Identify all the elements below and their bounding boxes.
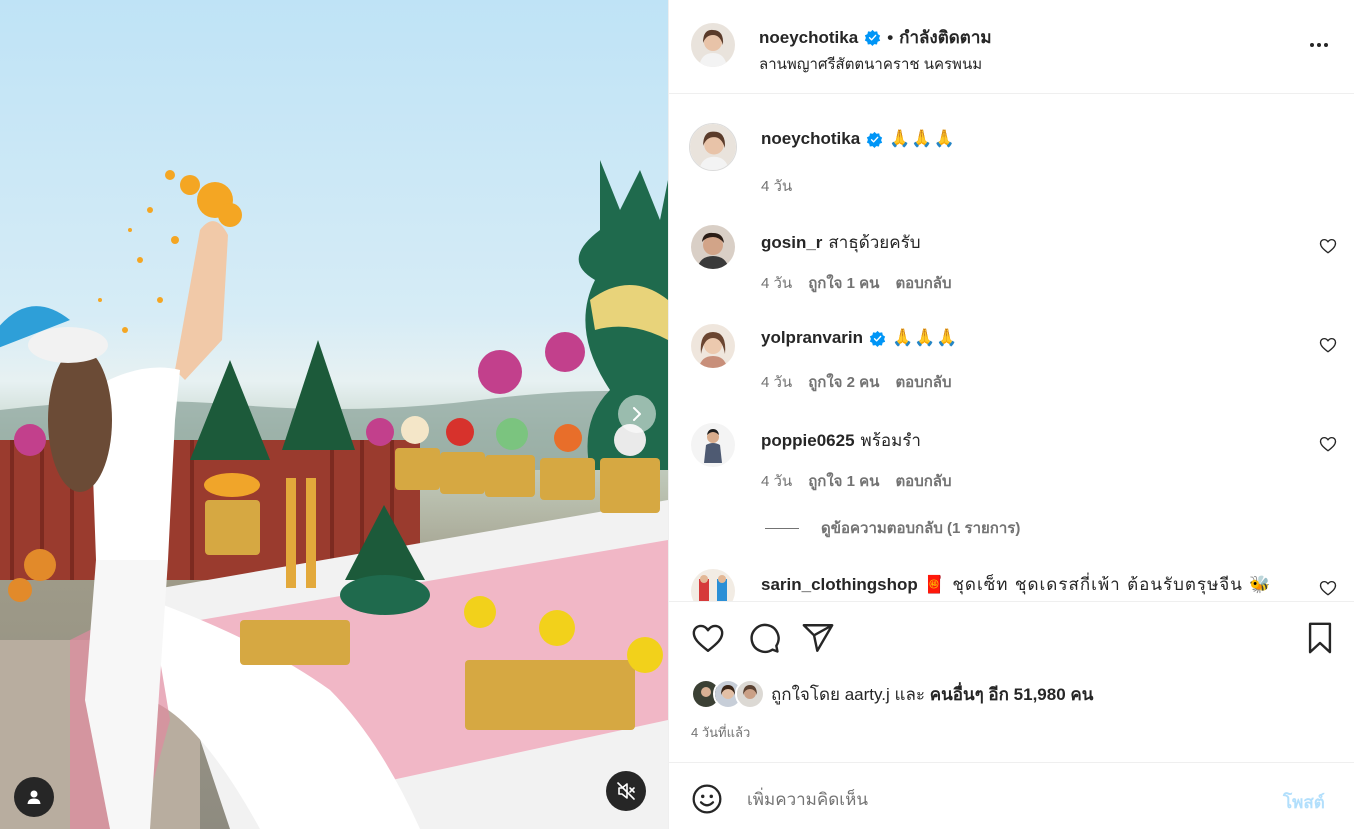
- post-sidebar: noeychotika • กำลังติดตาม ลานพญาศรีสัตตน…: [668, 0, 1354, 829]
- caption-text: 🙏🙏🙏: [889, 129, 956, 149]
- replies-divider: [765, 527, 799, 529]
- comment-icon[interactable]: [747, 621, 781, 655]
- verified-icon: [867, 131, 883, 148]
- post-actions: ถูกใจโดย aarty.j และ คนอื่นๆ อีก 51,980 …: [669, 601, 1354, 761]
- comment-username[interactable]: yolpranvarin: [761, 328, 863, 348]
- comment-meta: 4 วัน ถูกใจ 1 คน ตอบกลับ: [761, 271, 952, 295]
- commenter-avatar[interactable]: [691, 423, 735, 467]
- liked-by-user[interactable]: aarty.j: [845, 685, 890, 704]
- tagged-users-button[interactable]: [14, 777, 54, 817]
- audio-toggle-button[interactable]: [606, 771, 646, 811]
- instagram-post-dialog: noeychotika • กำลังติดตาม ลานพญาศรีสัตตน…: [0, 0, 1354, 829]
- post-timestamp[interactable]: 4 วันที่แล้ว: [691, 722, 750, 743]
- likes-others-button[interactable]: คนอื่นๆ อีก 51,980 คน: [930, 685, 1094, 704]
- next-slide-button[interactable]: [618, 395, 656, 433]
- user-tag-icon: [27, 790, 41, 804]
- comment-text: 🙏🙏🙏: [892, 328, 959, 348]
- likes-prefix: ถูกใจโดย: [771, 684, 840, 704]
- comment-line: sarin_clothingshop 🧧 ชุดเซ็ท ชุดเดรสกี่เ…: [761, 571, 1271, 598]
- post-header: noeychotika • กำลังติดตาม ลานพญาศรีสัตตน…: [669, 0, 1354, 94]
- share-icon[interactable]: [801, 621, 835, 655]
- comment-input[interactable]: [747, 785, 1267, 815]
- carousel-dot-active: [314, 804, 321, 811]
- comment-text: สาธุด้วยครับ: [828, 233, 921, 252]
- emoji-icon[interactable]: [691, 783, 723, 815]
- comment-likes[interactable]: ถูกใจ 1 คน: [808, 271, 879, 295]
- carousel-dot: [338, 804, 345, 811]
- verified-icon: [869, 330, 886, 347]
- header-separator: •: [887, 27, 894, 47]
- liked-by: ถูกใจโดย aarty.j และ คนอื่นๆ อีก 51,980 …: [691, 679, 1093, 709]
- author-avatar[interactable]: [689, 123, 737, 171]
- reply-button[interactable]: ตอบกลับ: [895, 469, 951, 493]
- caption-time[interactable]: 4 วัน: [761, 174, 792, 198]
- heart-icon[interactable]: [1319, 435, 1337, 453]
- add-comment-bar: โพสต์: [669, 762, 1354, 829]
- heart-icon[interactable]: [1319, 579, 1337, 597]
- comment-username[interactable]: gosin_r: [761, 233, 822, 253]
- author-avatar[interactable]: [691, 23, 735, 67]
- verified-icon: [865, 29, 881, 46]
- commenter-avatar[interactable]: [691, 324, 735, 368]
- post-photo: [0, 160, 668, 829]
- likes-summary: ถูกใจโดย aarty.j และ คนอื่นๆ อีก 51,980 …: [771, 681, 1093, 708]
- likes-and: และ: [894, 684, 926, 704]
- more-options-button[interactable]: [1305, 34, 1333, 56]
- header-user-line: noeychotika • กำลังติดตาม: [759, 24, 992, 51]
- view-replies-button[interactable]: ดูข้อความตอบกลับ (1 รายการ): [765, 516, 1020, 540]
- mute-icon: [617, 782, 635, 800]
- liker-avatars: [691, 679, 767, 709]
- comment-time[interactable]: 4 วัน: [761, 370, 792, 394]
- comment-text: 🧧 ชุดเซ็ท ชุดเดรสกี่เพ้า ต้อนรับตรุษจีน …: [923, 575, 1272, 595]
- comments-list[interactable]: noeychotika 🙏🙏🙏 4 วัน gosin_r สาธุด้วยคร…: [669, 95, 1354, 601]
- caption-meta: 4 วัน: [761, 174, 792, 198]
- reply-button[interactable]: ตอบกลับ: [895, 370, 951, 394]
- comment-meta: 4 วัน ถูกใจ 1 คน ตอบกลับ: [761, 469, 952, 493]
- heart-icon[interactable]: [1319, 237, 1337, 255]
- post-location[interactable]: ลานพญาศรีสัตตนาคราช นครพนม: [759, 52, 982, 76]
- comment-username[interactable]: sarin_clothingshop: [761, 575, 918, 595]
- comment-line: yolpranvarin 🙏🙏🙏: [761, 328, 959, 348]
- author-username[interactable]: noeychotika: [759, 28, 858, 48]
- carousel-indicator: [314, 804, 345, 811]
- comment-likes[interactable]: ถูกใจ 2 คน: [808, 370, 879, 394]
- heart-icon[interactable]: [1319, 336, 1337, 354]
- comment-username[interactable]: poppie0625: [761, 431, 855, 451]
- liker-avatar[interactable]: [735, 679, 765, 709]
- comment-text: พร้อมรำ: [860, 431, 921, 450]
- post-comment-button[interactable]: โพสต์: [1283, 789, 1325, 816]
- chevron-right-icon: [633, 407, 641, 421]
- more-icon: [1324, 43, 1328, 47]
- comment-time[interactable]: 4 วัน: [761, 271, 792, 295]
- reply-button[interactable]: ตอบกลับ: [895, 271, 951, 295]
- following-button[interactable]: กำลังติดตาม: [899, 24, 991, 51]
- comment-line: gosin_r สาธุด้วยครับ: [761, 229, 921, 256]
- heart-icon[interactable]: [691, 621, 725, 655]
- post-media[interactable]: [0, 0, 668, 829]
- more-icon: [1310, 43, 1314, 47]
- comment-time[interactable]: 4 วัน: [761, 469, 792, 493]
- more-icon: [1317, 43, 1321, 47]
- comment-line: poppie0625 พร้อมรำ: [761, 427, 921, 454]
- comment-likes[interactable]: ถูกใจ 1 คน: [808, 469, 879, 493]
- comment-meta: 4 วัน ถูกใจ 2 คน ตอบกลับ: [761, 370, 952, 394]
- bookmark-icon[interactable]: [1303, 621, 1337, 655]
- caption-line: noeychotika 🙏🙏🙏: [761, 129, 956, 149]
- commenter-avatar[interactable]: [691, 569, 735, 601]
- carousel-dot: [326, 804, 333, 811]
- view-replies-label: ดูข้อความตอบกลับ (1 รายการ): [821, 520, 1021, 537]
- caption-username[interactable]: noeychotika: [761, 129, 860, 149]
- commenter-avatar[interactable]: [691, 225, 735, 269]
